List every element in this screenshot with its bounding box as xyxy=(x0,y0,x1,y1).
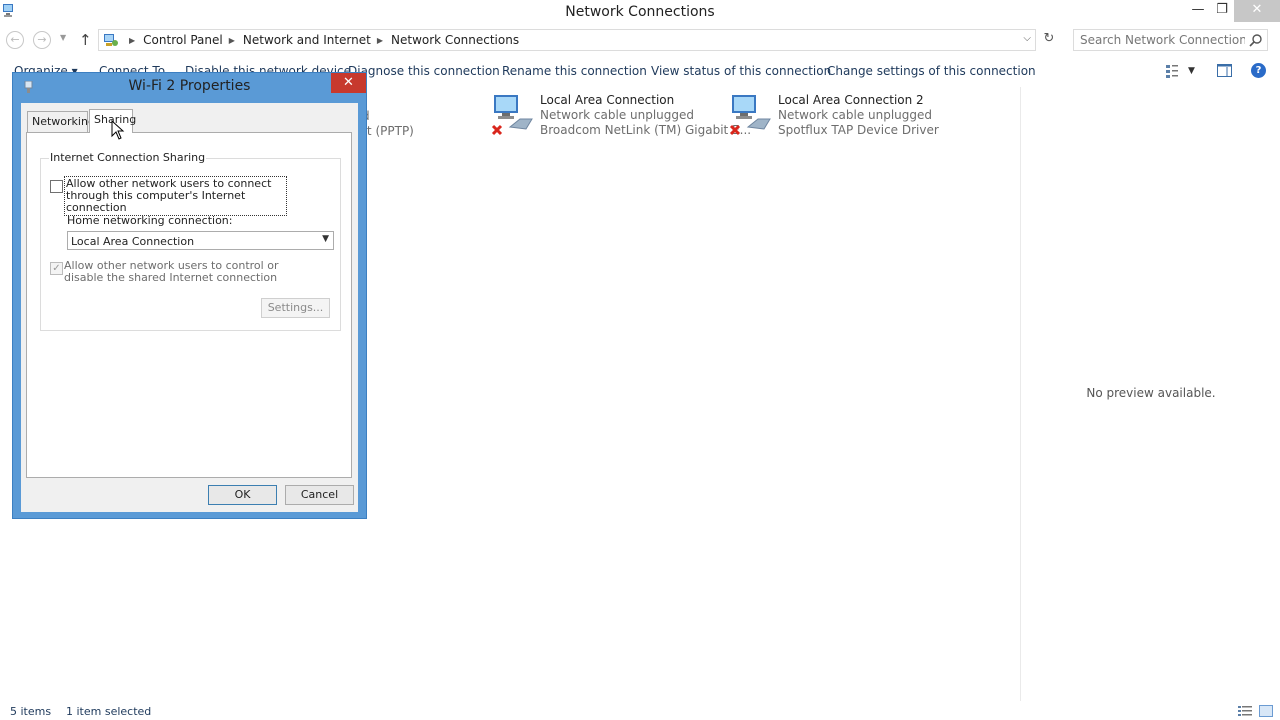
partial-item-line: rt (PPTP) xyxy=(362,124,414,138)
control-panel-icon xyxy=(104,34,118,46)
search-input[interactable] xyxy=(1080,32,1245,48)
close-button[interactable]: ✕ xyxy=(1234,0,1280,22)
breadcrumb: ▶ Control Panel ▶ Network and Internet ▶… xyxy=(123,33,519,47)
search-icon[interactable] xyxy=(1249,33,1263,47)
preview-pane-icon[interactable] xyxy=(1217,64,1232,77)
up-arrow-icon[interactable]: ↑ xyxy=(79,31,92,49)
selection-count: 1 item selected xyxy=(66,705,152,718)
connection-device: Spotflux TAP Device Driver xyxy=(778,123,939,137)
breadcrumb-control-panel[interactable]: Control Panel xyxy=(143,33,223,47)
network-adapter-disconnected-icon xyxy=(729,95,771,136)
group-title: Internet Connection Sharing xyxy=(49,151,207,164)
mouse-cursor-icon xyxy=(111,120,125,140)
network-adapter-disconnected-icon xyxy=(491,95,533,136)
forward-arrow-icon[interactable]: → xyxy=(33,31,51,49)
title-bar: Network Connections — ❐ ✕ xyxy=(0,0,1280,26)
home-networking-select[interactable]: Local Area Connection ▼ xyxy=(67,231,334,250)
chevron-down-icon: ▼ xyxy=(322,234,329,244)
chevron-right-icon[interactable]: ▶ xyxy=(229,36,235,45)
home-networking-label: Home networking connection: xyxy=(67,214,233,227)
allow-connect-checkbox[interactable] xyxy=(50,180,63,193)
connection-status: Network cable unplugged xyxy=(540,108,695,122)
address-dropdown-icon[interactable]: ⌵ xyxy=(1023,33,1031,44)
partial-item-line: d xyxy=(362,109,414,124)
address-row: ← → ▼ ↑ ▶ Control Panel ▶ Network and In… xyxy=(0,27,1280,53)
dialog-body: Networking Sharing Internet Connection S… xyxy=(21,103,358,512)
preview-pane: No preview available. xyxy=(1020,87,1280,701)
home-networking-value: Local Area Connection xyxy=(71,235,195,248)
window-title: Network Connections xyxy=(565,4,715,20)
status-bar: 5 items 1 item selected xyxy=(0,702,1280,720)
internet-connection-sharing-group: Internet Connection Sharing Allow other … xyxy=(40,151,341,331)
address-bar[interactable]: ▶ Control Panel ▶ Network and Internet ▶… xyxy=(98,29,1036,51)
allow-control-label: Allow other network users to control or … xyxy=(64,259,279,284)
preview-message: No preview available. xyxy=(1086,386,1216,400)
settings-button: Settings... xyxy=(261,298,330,318)
network-connections-window: Network Connections — ❐ ✕ ← → ▼ ↑ ▶ Cont… xyxy=(0,0,1280,720)
view-dropdown-icon[interactable]: ▼ xyxy=(1188,66,1195,76)
ok-button[interactable]: OK xyxy=(208,485,277,505)
partial-list-item[interactable]: d rt (PPTP) xyxy=(362,109,414,139)
item-count: 5 items xyxy=(10,705,52,718)
allow-connect-label[interactable]: Allow other network users to connect thr… xyxy=(64,176,287,216)
diagnose-button[interactable]: Diagnose this connection xyxy=(348,64,500,78)
tab-networking[interactable]: Networking xyxy=(27,111,95,132)
cancel-button[interactable]: Cancel xyxy=(285,485,354,505)
properties-dialog: Wi-Fi 2 Properties ✕ Networking Sharing … xyxy=(12,72,367,519)
change-settings-button[interactable]: Change settings of this connection xyxy=(827,64,1036,78)
search-box[interactable] xyxy=(1073,29,1268,51)
tiles-view-icon[interactable] xyxy=(1259,705,1273,717)
chevron-right-icon[interactable]: ▶ xyxy=(129,36,135,45)
breadcrumb-network-connections[interactable]: Network Connections xyxy=(391,33,519,47)
dialog-close-button[interactable]: ✕ xyxy=(331,73,366,93)
details-view-icon[interactable] xyxy=(1238,705,1252,717)
help-icon[interactable]: ? xyxy=(1251,63,1266,78)
maximize-button[interactable]: ❐ xyxy=(1208,0,1236,22)
connection-name: Local Area Connection 2 xyxy=(778,93,924,107)
allow-control-checkbox: ✓ xyxy=(50,262,63,275)
refresh-icon[interactable]: ↻ xyxy=(1040,31,1058,49)
recent-locations-chevron-icon[interactable]: ▼ xyxy=(60,33,66,42)
sharing-tab-panel: Internet Connection Sharing Allow other … xyxy=(26,132,352,478)
view-status-button[interactable]: View status of this connection xyxy=(651,64,831,78)
connection-status: Network cable unplugged xyxy=(778,108,933,122)
connection-device: Broadcom NetLink (TM) Gigabit E... xyxy=(540,123,752,137)
rename-button[interactable]: Rename this connection xyxy=(502,64,647,78)
chevron-right-icon[interactable]: ▶ xyxy=(377,36,383,45)
change-view-icon[interactable] xyxy=(1165,64,1179,78)
breadcrumb-network-and-internet[interactable]: Network and Internet xyxy=(243,33,371,47)
dialog-title: Wi-Fi 2 Properties xyxy=(128,78,251,94)
back-arrow-icon[interactable]: ← xyxy=(6,31,24,49)
connection-name: Local Area Connection xyxy=(540,93,675,107)
